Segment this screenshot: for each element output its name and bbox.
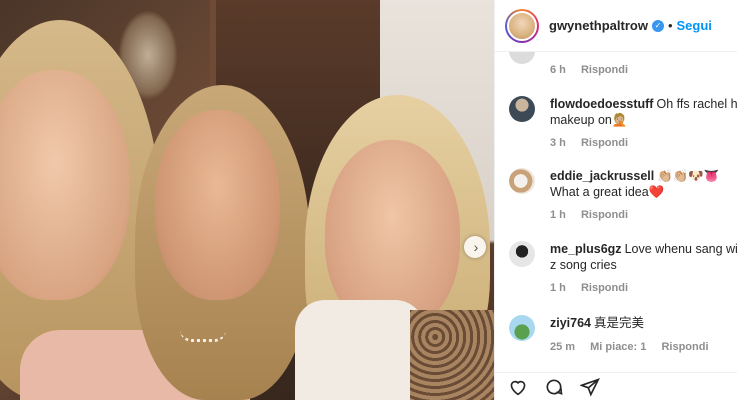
comment-time: 1 h	[550, 209, 566, 221]
comment-text: Oh ffs rachel has	[656, 97, 737, 111]
post-sidebar: gwynethpaltrow ✓ • Segui 6 h Rispondi fl…	[494, 0, 737, 400]
profile-username[interactable]: gwynethpaltrow	[549, 18, 648, 33]
post-photo[interactable]: ›	[0, 0, 494, 400]
comment-username[interactable]: me_plus6gz	[550, 242, 622, 256]
comment-username[interactable]: eddie_jackrussell	[550, 169, 654, 183]
comment-likes[interactable]: Mi piace: 1	[590, 341, 646, 353]
post-header: gwynethpaltrow ✓ • Segui	[495, 0, 737, 52]
comment-text: Love whenu sang with	[624, 242, 737, 256]
comment-username[interactable]: ziyi764	[550, 316, 591, 330]
heart-icon[interactable]	[507, 376, 529, 398]
post-actions	[495, 372, 737, 400]
comment-username[interactable]: flowdoedoesstuff	[550, 97, 653, 111]
comment-time: 25 m	[550, 341, 576, 353]
comment-text: 👏🏼👏🏼🐶👅	[657, 169, 720, 183]
chevron-right-icon: ›	[473, 239, 479, 255]
comment-avatar[interactable]	[509, 96, 535, 122]
verified-badge-icon: ✓	[651, 19, 664, 32]
follow-button[interactable]: Segui	[677, 18, 712, 33]
comment-text-line2: z song cries	[550, 258, 617, 272]
next-photo-button[interactable]: ›	[464, 236, 486, 258]
share-icon[interactable]	[579, 376, 601, 398]
comment-time: 3 h	[550, 137, 566, 149]
person-1-face	[0, 70, 130, 300]
profile-avatar-image	[507, 10, 537, 41]
comments-list[interactable]: 6 h Rispondi flowdoedoesstuff Oh ffs rach…	[495, 52, 737, 372]
comment-icon[interactable]	[543, 376, 565, 398]
comment-avatar[interactable]	[509, 52, 535, 64]
comment-avatar[interactable]	[509, 168, 535, 194]
person-3-leopard-top	[410, 310, 494, 400]
reply-button[interactable]: Rispondi	[581, 64, 628, 76]
reply-button[interactable]: Rispondi	[581, 282, 628, 294]
comment-time: 6 h	[550, 64, 566, 76]
person-3-coat	[295, 300, 425, 400]
comment-avatar[interactable]	[509, 241, 535, 267]
profile-avatar[interactable]	[505, 8, 539, 43]
reply-button[interactable]: Rispondi	[581, 209, 628, 221]
reply-button[interactable]: Rispondi	[581, 137, 628, 149]
person-2-necklace	[180, 330, 226, 342]
person-2-face	[155, 110, 280, 300]
comment-time: 1 h	[550, 282, 566, 294]
header-separator: •	[667, 18, 673, 33]
comment-text-line2: What a great idea❤️	[550, 185, 665, 199]
reply-button[interactable]: Rispondi	[661, 341, 708, 353]
comment-text: 真是完美	[594, 316, 645, 330]
comment-avatar[interactable]	[509, 315, 535, 341]
comment-text-line2: makeup on🤦🏼	[550, 113, 628, 127]
